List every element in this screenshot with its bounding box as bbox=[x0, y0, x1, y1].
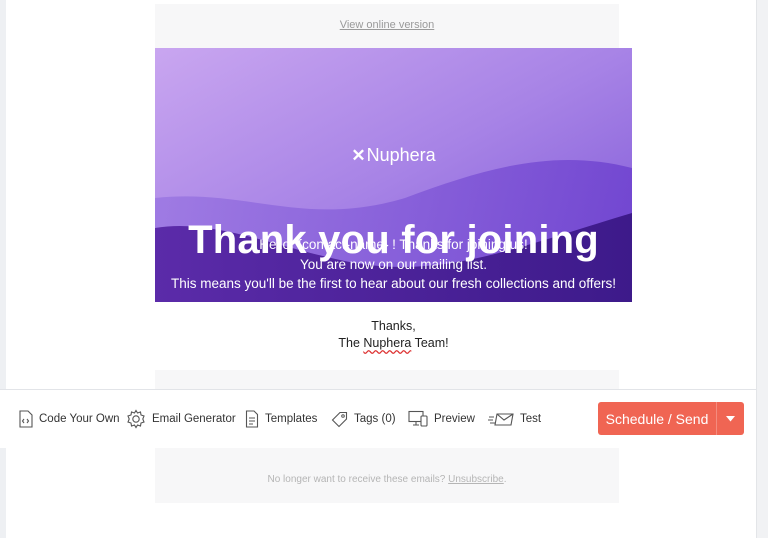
tags-label: Tags (0) bbox=[354, 413, 396, 425]
test-button[interactable]: Test bbox=[488, 390, 541, 448]
device-preview-icon bbox=[408, 410, 428, 427]
right-gutter bbox=[756, 0, 768, 538]
signature-suffix: Team! bbox=[411, 336, 449, 350]
test-label: Test bbox=[520, 413, 542, 425]
unsubscribe-block: No longer want to receive these emails? … bbox=[155, 447, 619, 503]
thanks-line: Thanks, bbox=[371, 319, 416, 333]
email-canvas: View online version ✕Nuphera Thank you f… bbox=[6, 0, 756, 538]
hero-banner: ✕Nuphera Thank you for joining Hello, {c… bbox=[155, 48, 632, 302]
tag-icon bbox=[331, 411, 348, 427]
unsubscribe-period: . bbox=[503, 474, 507, 485]
brand-logo: ✕Nuphera bbox=[155, 145, 632, 166]
logo-mark-icon: ✕ bbox=[351, 146, 366, 165]
signature-brand: Nuphera bbox=[363, 336, 412, 350]
templates-label: Templates bbox=[265, 413, 318, 425]
footer-block bbox=[155, 370, 619, 390]
signature-line: The Nuphera Team! bbox=[155, 335, 632, 352]
schedule-send-label: Schedule / Send bbox=[605, 410, 709, 427]
unsubscribe-link[interactable]: Unsubscribe bbox=[448, 474, 504, 485]
unsubscribe-text: No longer want to receive these emails? bbox=[267, 474, 449, 485]
code-your-own-button[interactable]: Code Your Own bbox=[18, 390, 120, 448]
chevron-down-icon bbox=[726, 415, 735, 421]
gear-icon bbox=[127, 409, 145, 429]
hero-mailing-line: You are now on our mailing list. bbox=[299, 257, 488, 272]
view-online-link[interactable]: View online version bbox=[340, 19, 435, 31]
schedule-send-button[interactable]: Schedule / Send bbox=[598, 402, 744, 435]
code-your-own-label: Code Your Own bbox=[39, 413, 120, 425]
template-document-icon bbox=[245, 410, 259, 428]
logo-text: Nuphera bbox=[366, 145, 436, 165]
hero-greeting: Hello, {contact-name} ! Thanks for joini… bbox=[259, 237, 528, 252]
signature-prefix: The bbox=[338, 336, 364, 350]
email-generator-label: Email Generator bbox=[152, 413, 236, 425]
send-options-dropdown[interactable] bbox=[717, 415, 744, 422]
hero-offers-line: This means you'll be the first to hear a… bbox=[170, 276, 617, 291]
templates-button[interactable]: Templates bbox=[245, 390, 317, 448]
preview-label: Preview bbox=[434, 413, 475, 425]
preview-button[interactable]: Preview bbox=[408, 390, 475, 448]
code-icon bbox=[19, 410, 33, 428]
tags-button[interactable]: Tags (0) bbox=[331, 390, 396, 448]
email-signoff: Thanks, The Nuphera Team! bbox=[155, 318, 632, 352]
send-envelope-icon bbox=[488, 413, 514, 426]
preheader: View online version bbox=[155, 4, 619, 48]
email-generator-button[interactable]: Email Generator bbox=[126, 390, 236, 448]
